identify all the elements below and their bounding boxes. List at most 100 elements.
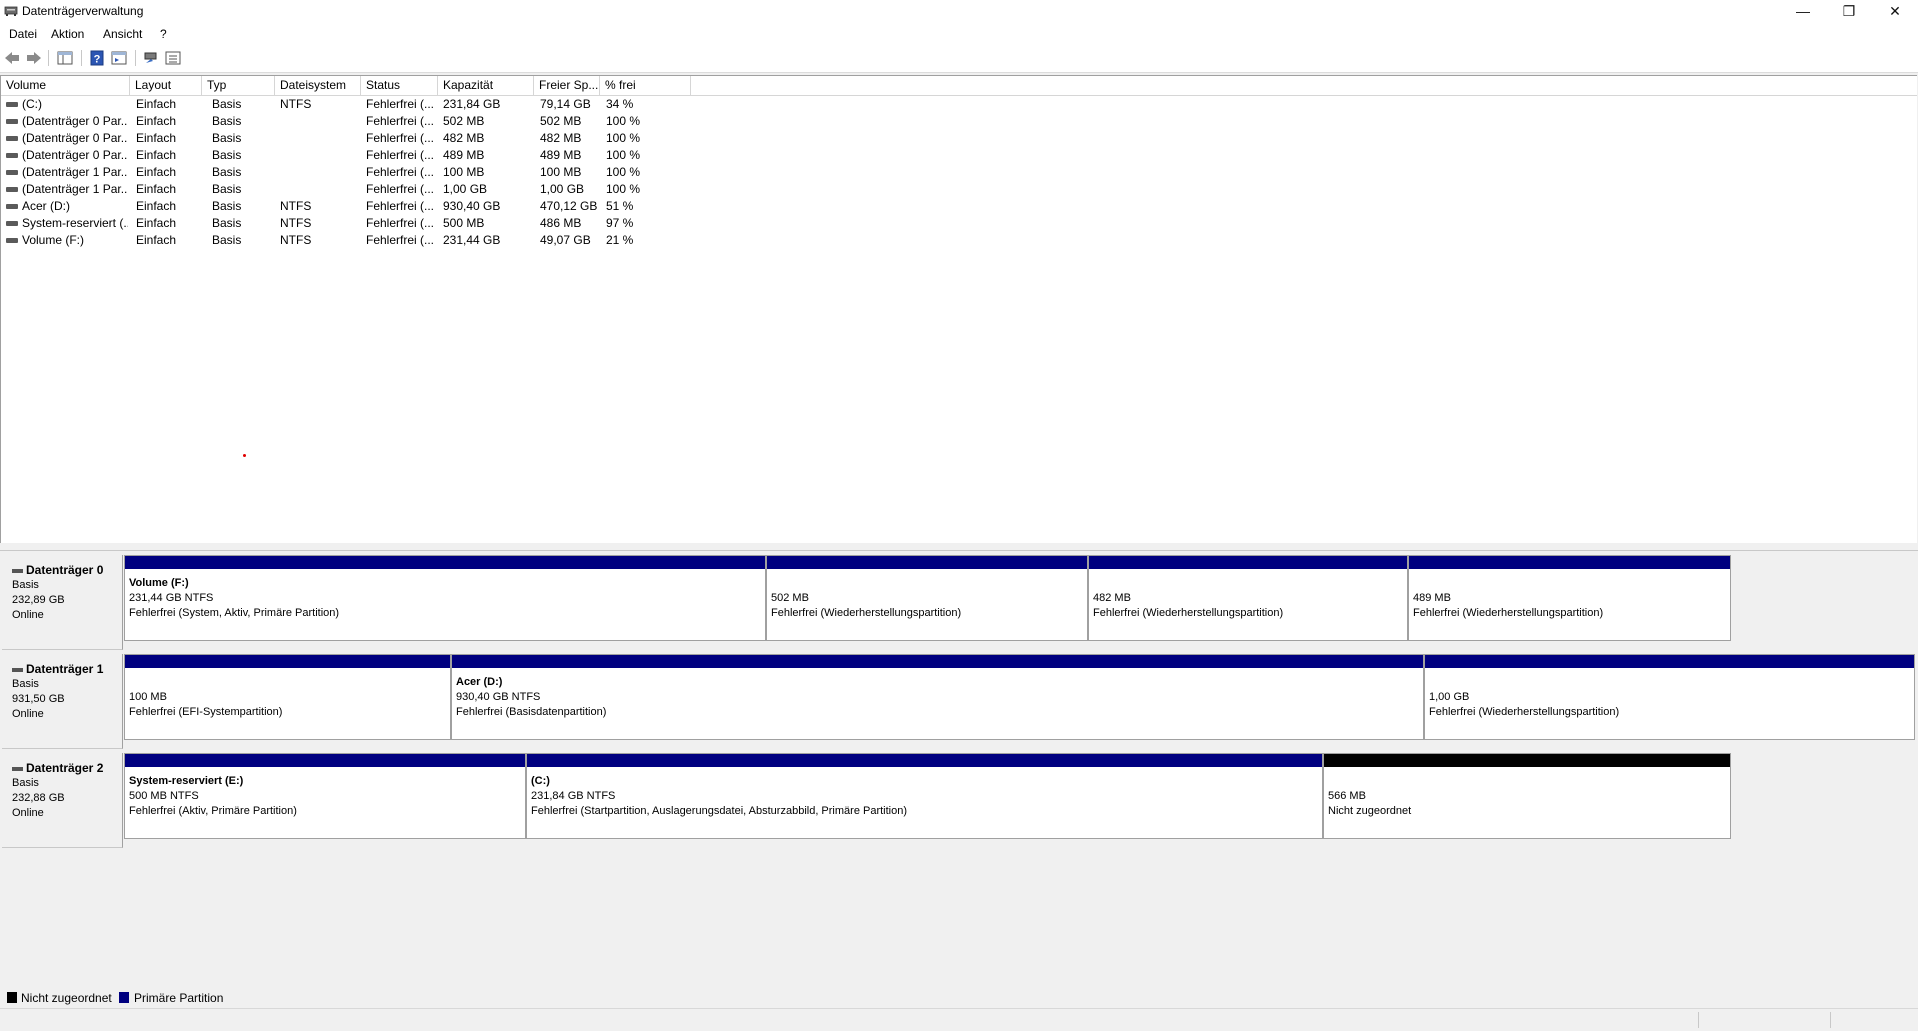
cell-layout: Einfach (136, 199, 177, 213)
cell-typ: Basis (212, 131, 242, 145)
table-row[interactable]: (C:) Einfach Basis NTFS Fehlerfrei (... … (1, 96, 691, 113)
console-tree-icon[interactable] (56, 49, 74, 67)
disk-map: Datenträger 0 Basis 232,89 GB Online Volume … (0, 551, 1918, 969)
partition-block[interactable]: 100 MB Fehlerfrei (EFI-Systempartition) (124, 654, 451, 740)
cell-layout: Einfach (136, 165, 177, 179)
restore-button[interactable]: ❐ (1826, 0, 1872, 24)
unallocated-space[interactable]: 566 MB Nicht zugeordnet (1323, 753, 1731, 839)
partition-status: Fehlerfrei (Aktiv, Primäre Partition) (129, 805, 297, 817)
toolbar-separator (81, 50, 82, 66)
partition-size: 231,44 GB NTFS (129, 592, 214, 604)
partition-type-bar (452, 655, 1423, 668)
column-prozent-frei[interactable]: % frei (600, 76, 691, 95)
cell-layout: Einfach (136, 182, 177, 196)
cell-status: Fehlerfrei (... (366, 97, 435, 111)
table-row[interactable]: (Datenträger 1 Par... Einfach Basis Fehl… (1, 164, 691, 181)
close-button[interactable]: ✕ (1872, 0, 1918, 24)
column-layout[interactable]: Layout (130, 76, 202, 95)
cell-typ: Basis (212, 182, 242, 196)
table-row[interactable]: (Datenträger 0 Par... Einfach Basis Fehl… (1, 147, 691, 164)
partition-type-bar (125, 556, 765, 569)
partition-block[interactable]: (C:) 231,84 GB NTFS Fehlerfrei (Startparti… (526, 753, 1323, 839)
cell-kapazitaet: 500 MB (443, 216, 485, 230)
cell-dateisystem (280, 113, 358, 130)
properties-icon[interactable] (110, 49, 128, 67)
drive-icon (6, 170, 18, 175)
table-row[interactable]: (Datenträger 1 Par... Einfach Basis Fehl… (1, 181, 691, 198)
volume-list[interactable]: Volume Layout Typ Dateisystem Status Kap… (0, 75, 1917, 545)
menu-datei[interactable]: Datei (7, 27, 39, 41)
cell-freier-speicher: 49,07 GB (540, 233, 591, 247)
column-kapazitaet[interactable]: Kapazität (438, 76, 534, 95)
partition-block[interactable]: 502 MB Fehlerfrei (Wiederherstellungspart… (766, 555, 1088, 641)
disk-size: 232,88 GB (12, 792, 65, 804)
cell-layout: Einfach (136, 148, 177, 162)
table-row[interactable]: (Datenträger 0 Par... Einfach Basis Fehl… (1, 113, 691, 130)
column-dateisystem[interactable]: Dateisystem (275, 76, 361, 95)
connect-icon[interactable] (142, 49, 160, 67)
cell-dateisystem: NTFS (280, 216, 312, 230)
partition-block[interactable]: System-reserviert (E:) 500 MB NTFS Fehlerf… (124, 753, 526, 839)
disk-label-2[interactable]: Datenträger 2 Basis 232,88 GB Online (2, 753, 123, 848)
list-view-icon[interactable] (164, 49, 182, 67)
cell-status: Fehlerfrei (... (366, 216, 435, 230)
cell-dateisystem (280, 181, 358, 198)
partition-type-bar (767, 556, 1087, 569)
table-row[interactable]: (Datenträger 0 Par... Einfach Basis Fehl… (1, 130, 691, 147)
cell-volume: (Datenträger 1 Par... (22, 182, 128, 196)
column-typ[interactable]: Typ (202, 76, 275, 95)
partition-title: System-reserviert (E:) (129, 775, 244, 787)
drive-icon (6, 102, 18, 107)
cell-freier-speicher: 1,00 GB (540, 182, 585, 196)
cell-status: Fehlerfrei (... (366, 182, 435, 196)
drive-icon (6, 238, 18, 243)
legend-swatch-unallocated (7, 992, 17, 1003)
partition-size: 930,40 GB NTFS (456, 691, 541, 703)
cell-status: Fehlerfrei (... (366, 114, 435, 128)
cell-prozent-frei: 100 % (606, 114, 641, 128)
disk-icon (12, 667, 23, 672)
toolbar-separator (135, 50, 136, 66)
cell-typ: Basis (212, 114, 242, 128)
partition-block[interactable]: 482 MB Fehlerfrei (Wiederherstellungspart… (1088, 555, 1408, 641)
cell-volume: (Datenträger 1 Par... (22, 165, 128, 179)
partition-block[interactable]: Volume (F:) 231,44 GB NTFS Fehlerfrei (Sys… (124, 555, 766, 641)
partition-block[interactable]: 1,00 GB Fehlerfrei (Wiederherstellungspar… (1424, 654, 1915, 740)
menu-aktion[interactable]: Aktion (49, 27, 86, 41)
pane-splitter[interactable] (0, 543, 1918, 551)
disk-label-1[interactable]: Datenträger 1 Basis 931,50 GB Online (2, 654, 123, 749)
minimize-button[interactable]: — (1780, 0, 1826, 24)
cell-prozent-frei: 100 % (606, 165, 641, 179)
table-row[interactable]: System-reserviert (... Einfach Basis NTF… (1, 215, 691, 232)
cell-kapazitaet: 1,00 GB (443, 182, 488, 196)
menu-ansicht[interactable]: Ansicht (101, 27, 144, 41)
column-volume[interactable]: Volume (1, 76, 130, 95)
forward-arrow-icon[interactable] (25, 49, 43, 67)
partition-block[interactable]: Acer (D:) 930,40 GB NTFS Fehlerfrei (Basis… (451, 654, 1424, 740)
cell-layout: Einfach (136, 97, 177, 111)
partition-status: Nicht zugeordnet (1328, 805, 1412, 817)
cell-kapazitaet: 502 MB (443, 114, 485, 128)
disk-label-0[interactable]: Datenträger 0 Basis 232,89 GB Online (2, 555, 123, 650)
help-icon[interactable]: ? (88, 49, 106, 67)
cell-prozent-frei: 51 % (606, 199, 634, 213)
partition-status: Fehlerfrei (Basisdatenpartition) (456, 706, 607, 718)
table-row[interactable]: Acer (D:) Einfach Basis NTFS Fehlerfrei … (1, 198, 691, 215)
partition-block[interactable]: 489 MB Fehlerfrei (Wiederherstellungspart… (1408, 555, 1731, 641)
disk-size: 232,89 GB (12, 594, 65, 606)
partition-size: 482 MB (1093, 592, 1131, 604)
drive-icon (6, 153, 18, 158)
drive-icon (6, 204, 18, 209)
disk-name-text: Datenträger 2 (26, 761, 104, 775)
cell-kapazitaet: 482 MB (443, 131, 485, 145)
column-freier-speicher[interactable]: Freier Sp... (534, 76, 600, 95)
cell-kapazitaet: 231,44 GB (443, 233, 501, 247)
column-status[interactable]: Status (361, 76, 438, 95)
back-arrow-icon[interactable] (3, 49, 21, 67)
cell-status: Fehlerfrei (... (366, 131, 435, 145)
cell-typ: Basis (212, 199, 242, 213)
partition-type-bar (125, 655, 450, 668)
table-row[interactable]: Volume (F:) Einfach Basis NTFS Fehlerfre… (1, 232, 691, 249)
menu-help[interactable]: ? (158, 27, 169, 41)
disk-icon (12, 766, 23, 771)
